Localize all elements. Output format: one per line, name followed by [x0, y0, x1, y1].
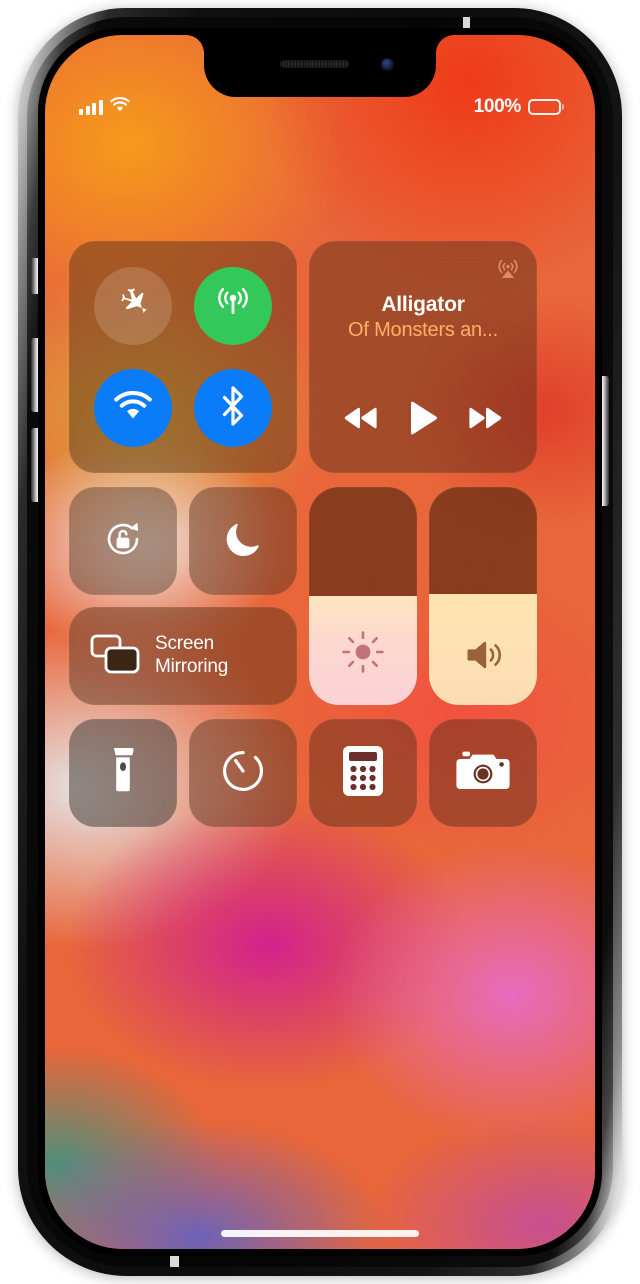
- now-playing-title: Alligator: [323, 293, 523, 317]
- flashlight-icon: [110, 745, 136, 802]
- control-center: Alligator Of Monsters an...: [45, 241, 595, 827]
- camera-icon: [456, 749, 510, 798]
- control-center-top-row: Alligator Of Monsters an...: [69, 241, 571, 473]
- fast-forward-icon[interactable]: [465, 405, 505, 431]
- screen-mirroring-label-line1: Screen: [155, 633, 214, 654]
- front-camera-icon: [381, 58, 394, 71]
- rotation-lock-icon: [97, 513, 149, 570]
- volume-down-button[interactable]: [31, 428, 38, 502]
- wifi-icon: [113, 391, 153, 426]
- home-indicator[interactable]: [221, 1230, 419, 1237]
- slider-group: [309, 487, 537, 705]
- airplay-audio-icon[interactable]: [495, 255, 521, 281]
- earpiece-speaker-grille: [279, 60, 349, 68]
- cellular-icon: [213, 284, 253, 329]
- cellular-data-toggle[interactable]: [194, 267, 272, 345]
- play-icon[interactable]: [408, 401, 438, 435]
- media-transport-controls: [309, 401, 537, 435]
- airplane-icon: [115, 286, 151, 327]
- rotation-lock-toggle[interactable]: [69, 487, 177, 595]
- mute-switch[interactable]: [31, 258, 38, 294]
- battery-full-icon: [528, 99, 561, 115]
- airplane-mode-toggle[interactable]: [94, 267, 172, 345]
- timer-shortcut[interactable]: [189, 719, 297, 827]
- calculator-icon: [342, 745, 384, 802]
- middle-left-group: Screen Mirroring: [69, 487, 297, 705]
- brightness-slider[interactable]: [309, 487, 417, 705]
- display-notch: [204, 35, 436, 97]
- iphone-device-frame: 100%: [18, 8, 622, 1276]
- screen-mirroring-label: Screen Mirroring: [155, 633, 228, 679]
- device-screen: 100%: [45, 35, 595, 1249]
- toggle-square-row: [69, 487, 297, 595]
- camera-shortcut[interactable]: [429, 719, 537, 827]
- volume-icon: [429, 635, 537, 675]
- antenna-band-bottom: [170, 1255, 179, 1267]
- brightness-icon: [309, 629, 417, 675]
- wifi-icon: [110, 97, 130, 117]
- control-center-middle-row: Screen Mirroring: [69, 487, 571, 705]
- flashlight-shortcut[interactable]: [69, 719, 177, 827]
- bluetooth-toggle[interactable]: [194, 369, 272, 447]
- cellular-bars-icon: [79, 100, 103, 115]
- control-center-shortcut-row: [69, 719, 571, 827]
- screen-mirroring-label-line2: Mirroring: [155, 656, 228, 677]
- timer-icon: [217, 745, 269, 802]
- volume-up-button[interactable]: [31, 338, 38, 412]
- display-bezel: 100%: [38, 28, 602, 1256]
- bluetooth-icon: [220, 386, 246, 431]
- battery-percent-label: 100%: [474, 96, 521, 118]
- volume-slider[interactable]: [429, 487, 537, 705]
- wifi-toggle[interactable]: [94, 369, 172, 447]
- side-power-button[interactable]: [602, 376, 609, 506]
- connectivity-module[interactable]: [69, 241, 297, 473]
- screenshot-canvas: 100%: [0, 0, 640, 1284]
- rewind-icon[interactable]: [341, 405, 381, 431]
- screen-mirroring-icon: [89, 633, 141, 680]
- now-playing-artist: Of Monsters an...: [323, 319, 523, 342]
- screen-mirroring-tile[interactable]: Screen Mirroring: [69, 607, 297, 705]
- now-playing-module[interactable]: Alligator Of Monsters an...: [309, 241, 537, 473]
- do-not-disturb-toggle[interactable]: [189, 487, 297, 595]
- moon-icon: [221, 517, 265, 566]
- calculator-shortcut[interactable]: [309, 719, 417, 827]
